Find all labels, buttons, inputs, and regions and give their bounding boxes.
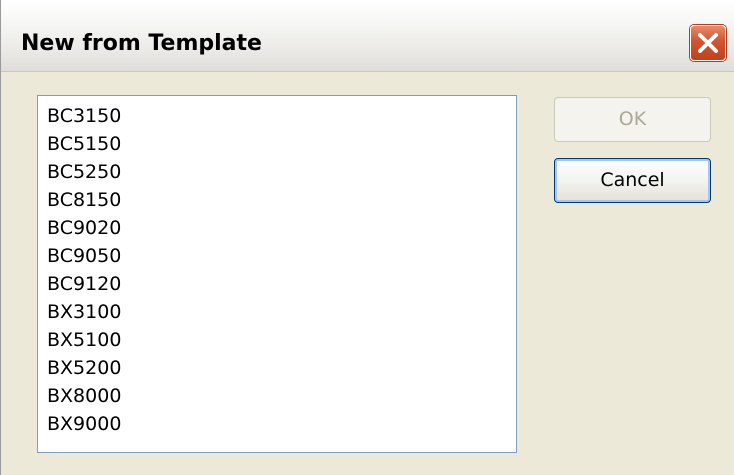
new-from-template-dialog: New from Template BC3150 BC5150 BC5250 B… xyxy=(0,0,734,475)
dialog-title: New from Template xyxy=(21,31,262,56)
close-button[interactable] xyxy=(690,25,726,61)
title-bar[interactable]: New from Template xyxy=(1,0,734,72)
list-item[interactable]: BC5150 xyxy=(47,130,516,158)
list-item[interactable]: BX9000 xyxy=(47,410,516,438)
list-item[interactable]: BX8000 xyxy=(47,382,516,410)
cancel-button[interactable]: Cancel xyxy=(554,158,711,203)
ok-button[interactable]: OK xyxy=(554,97,711,142)
list-item[interactable]: BC9120 xyxy=(47,270,516,298)
list-item[interactable]: BX5100 xyxy=(47,326,516,354)
list-item[interactable]: BC5250 xyxy=(47,158,516,186)
list-item[interactable]: BX3100 xyxy=(47,298,516,326)
list-item[interactable]: BX5200 xyxy=(47,354,516,382)
dialog-bottom-edge xyxy=(1,470,734,475)
list-item[interactable]: BC3150 xyxy=(47,102,516,130)
list-item[interactable]: BC8150 xyxy=(47,186,516,214)
template-listbox[interactable]: BC3150 BC5150 BC5250 BC8150 BC9020 BC905… xyxy=(37,95,517,453)
list-item[interactable]: BC9050 xyxy=(47,242,516,270)
close-x-icon xyxy=(698,33,718,53)
list-item[interactable]: BC9020 xyxy=(47,214,516,242)
